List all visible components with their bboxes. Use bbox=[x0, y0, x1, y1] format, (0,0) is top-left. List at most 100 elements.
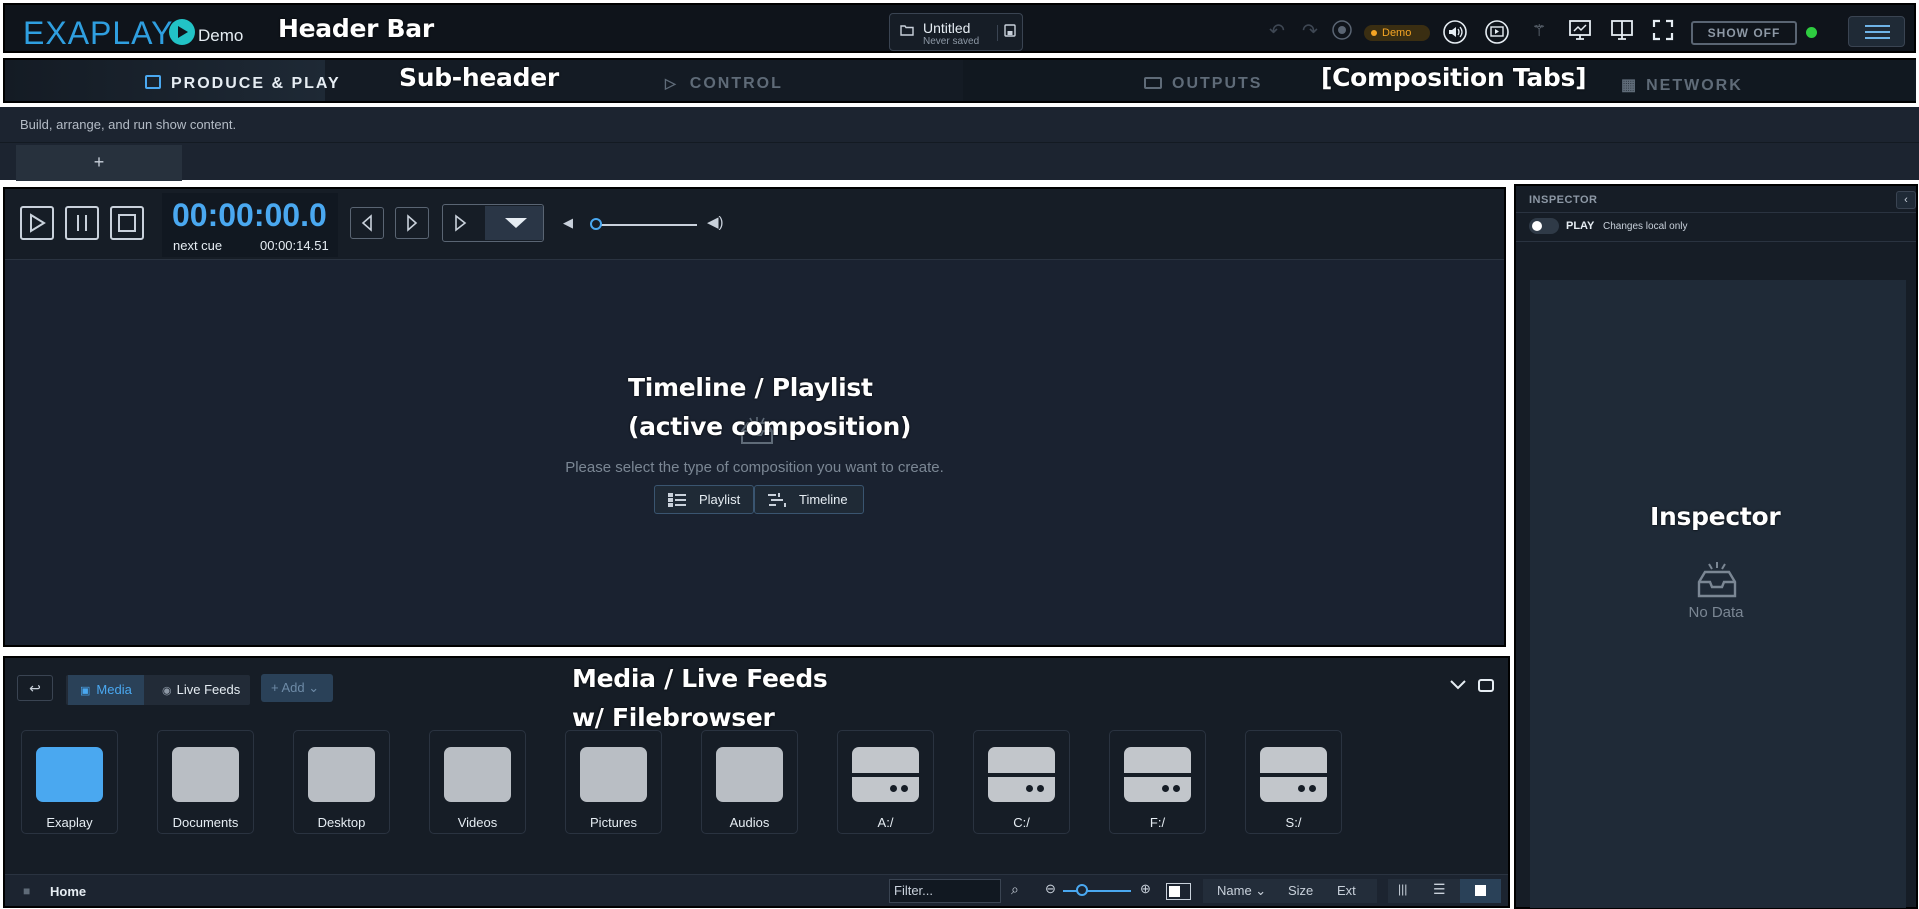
sort-controls: Name ⌄ Size Ext bbox=[1203, 879, 1377, 903]
inspector-panel: INSPECTOR ‹ PLAY Changes local only Insp… bbox=[1514, 184, 1918, 909]
playlist-button[interactable]: Playlist bbox=[654, 485, 754, 514]
app-logo: EXAPLAY bbox=[23, 15, 174, 51]
show-off-button[interactable]: SHOW OFF bbox=[1691, 21, 1797, 45]
zoom-knob[interactable] bbox=[1076, 884, 1088, 896]
video-icon[interactable] bbox=[1484, 19, 1510, 45]
playlist-label: Playlist bbox=[699, 492, 741, 507]
folder-label: Exaplay bbox=[46, 815, 93, 830]
search-icon[interactable]: ⌕ bbox=[1011, 881, 1019, 898]
drive-icon bbox=[1260, 747, 1327, 802]
folder-item[interactable]: Exaplay bbox=[21, 730, 118, 834]
zoom-in-icon[interactable]: ⊕ bbox=[1140, 881, 1151, 897]
annotation-timeline-1: Timeline / Playlist bbox=[628, 373, 873, 402]
collapse-button[interactable]: ‹ bbox=[1896, 191, 1916, 209]
back-button[interactable]: ↩ bbox=[17, 675, 53, 701]
go-dropdown[interactable] bbox=[442, 204, 544, 242]
folder-label: S:/ bbox=[1285, 815, 1302, 830]
folder-icon bbox=[716, 747, 783, 802]
tab-control[interactable]: ▷ CONTROL bbox=[665, 75, 783, 93]
zoom-out-icon[interactable]: ⊖ bbox=[1045, 881, 1056, 897]
transport-bar: 00:00:00.0 next cue 00:00:14.51 ◀ ◀) bbox=[5, 189, 1504, 260]
timeline-button[interactable]: Timeline bbox=[754, 485, 864, 514]
description-row: Build, arrange, and run show content. bbox=[0, 107, 1919, 142]
columns-view-icon[interactable]: ||| bbox=[1398, 882, 1407, 896]
drive-icon bbox=[852, 747, 919, 802]
tab-live-feeds[interactable]: ◉ Live Feeds bbox=[150, 675, 252, 705]
timecode: 00:00:00.0 bbox=[172, 197, 327, 233]
annotation-timeline-2: (active composition) bbox=[628, 412, 912, 441]
file-title: Untitled bbox=[923, 20, 971, 36]
volume-track[interactable] bbox=[595, 224, 697, 226]
add-button[interactable]: + Add ⌄ bbox=[261, 674, 333, 702]
monitor-icon[interactable] bbox=[1567, 19, 1593, 45]
folder-item[interactable]: C:/ bbox=[973, 730, 1070, 834]
folder-icon bbox=[172, 747, 239, 802]
sort-name[interactable]: Name ⌄ bbox=[1217, 879, 1266, 903]
folder-icon[interactable] bbox=[900, 23, 914, 40]
sort-size[interactable]: Size bbox=[1288, 879, 1313, 903]
grid-view-button[interactable] bbox=[1460, 879, 1501, 903]
list-view-icon[interactable]: ☰ bbox=[1433, 881, 1446, 898]
tab-network[interactable]: ▦ NETWORK bbox=[1621, 75, 1743, 95]
next-cue-button[interactable] bbox=[395, 207, 429, 239]
menu-icon bbox=[1865, 25, 1890, 27]
zoom-slider[interactable] bbox=[1063, 890, 1131, 892]
tab-outputs[interactable]: OUTPUTS bbox=[1144, 75, 1262, 93]
undo-icon[interactable]: ↶ bbox=[1264, 19, 1290, 45]
folder-item[interactable]: Documents bbox=[157, 730, 254, 834]
play-note: Changes local only bbox=[1603, 221, 1688, 232]
split-screen-icon[interactable] bbox=[1609, 19, 1635, 45]
chevron-down-icon[interactable] bbox=[485, 206, 543, 240]
volume-knob[interactable] bbox=[590, 218, 602, 230]
redo-icon[interactable]: ↷ bbox=[1297, 19, 1323, 45]
pause-button[interactable] bbox=[65, 206, 99, 240]
sort-ext[interactable]: Ext bbox=[1337, 879, 1356, 903]
add-composition-button[interactable]: + bbox=[16, 145, 182, 181]
film-icon: ▣ bbox=[80, 685, 91, 697]
folder-item[interactable]: Videos bbox=[429, 730, 526, 834]
folder-item[interactable]: A:/ bbox=[837, 730, 934, 834]
media-panel: ↩ ▣ Media ◉ Live Feeds + Add ⌄ Media / Liv… bbox=[3, 656, 1510, 908]
current-location: Home bbox=[50, 884, 87, 899]
tab-label: Live Feeds bbox=[176, 682, 241, 697]
folder-item[interactable]: Audios bbox=[701, 730, 798, 834]
exaplay-folder-icon bbox=[36, 747, 103, 802]
tab-media[interactable]: ▣ Media bbox=[68, 675, 144, 705]
stop-button[interactable] bbox=[110, 206, 144, 240]
folder-item[interactable]: Pictures bbox=[565, 730, 662, 834]
preview-toggle-icon[interactable] bbox=[1478, 679, 1494, 692]
fullscreen-icon[interactable] bbox=[1650, 19, 1676, 45]
folder-label: Desktop bbox=[317, 815, 366, 830]
folder-item[interactable]: S:/ bbox=[1245, 730, 1342, 834]
timeline-label: Timeline bbox=[799, 492, 848, 507]
signal-icon[interactable]: ⚚ bbox=[1526, 19, 1552, 45]
play-label: PLAY bbox=[1566, 220, 1595, 232]
empty-inbox-icon bbox=[1696, 560, 1738, 605]
folder-item[interactable]: F:/ bbox=[1109, 730, 1206, 834]
audio-icon[interactable] bbox=[1442, 19, 1468, 45]
menu-button[interactable] bbox=[1848, 16, 1905, 47]
file-info[interactable]: Untitled Never saved bbox=[889, 13, 1023, 51]
previous-cue-button[interactable] bbox=[350, 207, 384, 239]
logo-play-icon bbox=[169, 19, 195, 45]
inspector-title: INSPECTOR bbox=[1529, 194, 1598, 206]
play-toggle[interactable] bbox=[1529, 218, 1559, 234]
annotation-inspector: Inspector bbox=[1650, 502, 1781, 531]
annotation-composition-tabs: [Composition Tabs] bbox=[1321, 63, 1587, 92]
folder-label: C:/ bbox=[1013, 815, 1030, 830]
tab-produce-play[interactable]: PRODUCE & PLAY bbox=[145, 75, 341, 93]
grid-icon: ▦ bbox=[1621, 77, 1637, 94]
go-play-icon[interactable] bbox=[451, 213, 469, 233]
filter-input[interactable]: Filter... bbox=[889, 879, 1001, 903]
record-icon[interactable] bbox=[1329, 19, 1355, 45]
timecode-display: 00:00:00.0 next cue 00:00:14.51 bbox=[162, 193, 338, 257]
view-mode-group: ||| ☰ bbox=[1388, 879, 1501, 903]
drive-icon bbox=[1124, 747, 1191, 802]
folder-item[interactable]: Desktop bbox=[293, 730, 390, 834]
save-icon[interactable] bbox=[1004, 24, 1016, 42]
timeline-icon bbox=[768, 493, 786, 507]
chevron-down-icon[interactable] bbox=[1449, 679, 1467, 691]
tab-label: Media bbox=[96, 682, 132, 697]
play-button[interactable] bbox=[20, 206, 54, 240]
preview-size-toggle[interactable] bbox=[1166, 883, 1191, 900]
